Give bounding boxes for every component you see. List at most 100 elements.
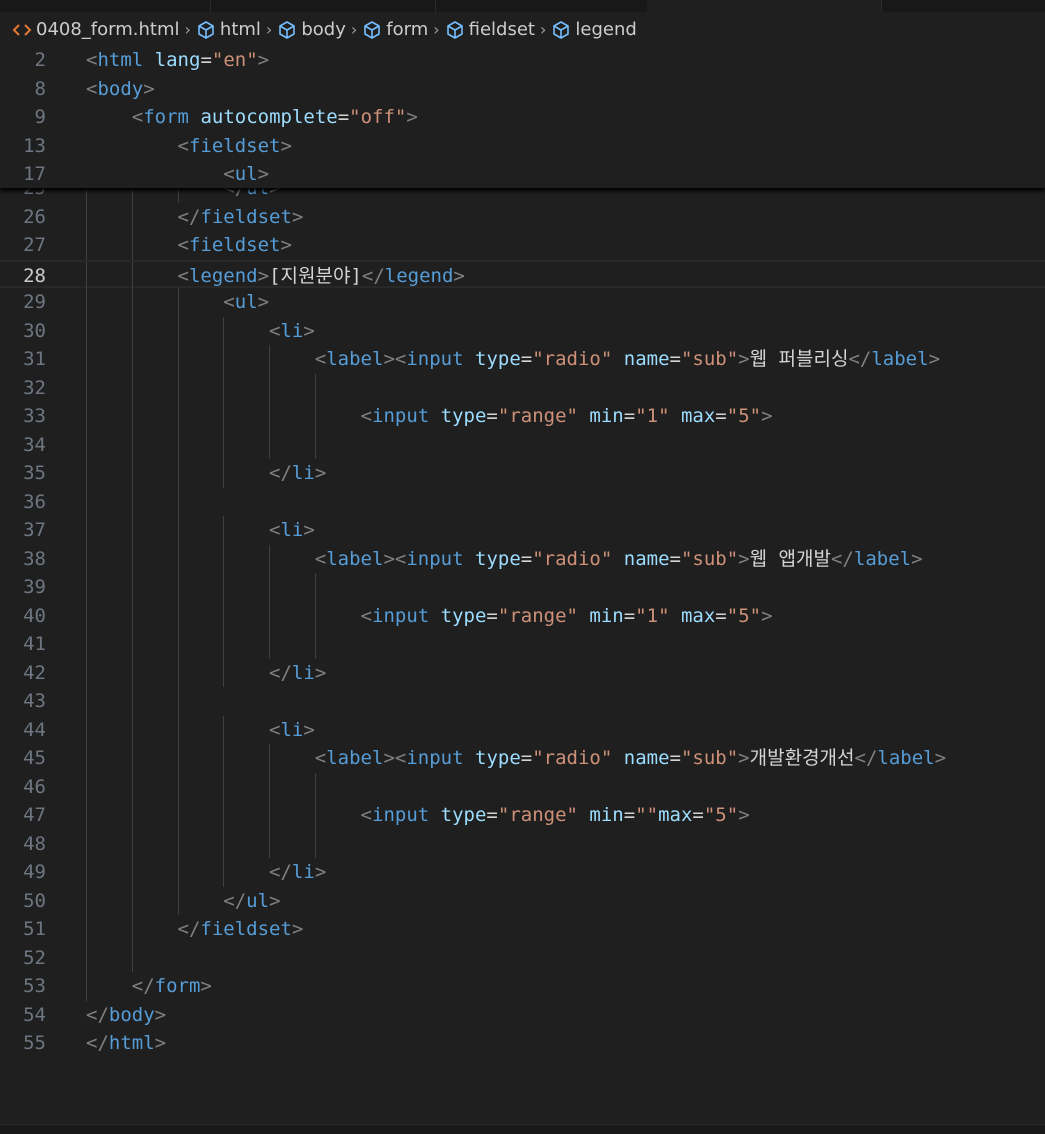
code-text: <label><input type="radio" name="sub">웹 …: [314, 348, 941, 370]
code-line[interactable]: 50 </ul>: [0, 886, 1045, 915]
code-line[interactable]: 31 <label><input type="radio" name="sub"…: [0, 345, 1045, 374]
code-line[interactable]: 26 </fieldset>: [0, 202, 1045, 231]
code-line[interactable]: 36: [0, 487, 1045, 516]
tab-active[interactable]: [647, 0, 882, 12]
html-file-icon: [12, 19, 36, 40]
breadcrumb-label: legend: [575, 18, 637, 40]
code-line[interactable]: 42 </li>: [0, 658, 1045, 687]
element-cube-icon: [277, 19, 301, 40]
code-line[interactable]: 28 <legend>[지원분야]</legend>: [0, 259, 1045, 290]
line-number: 43: [23, 690, 46, 712]
code-line[interactable]: 17 <ul>: [0, 160, 1045, 189]
element-cube-icon: [362, 19, 386, 40]
code-editor[interactable]: 24 </li>25 </ul>26 </fieldset>27 <fields…: [0, 46, 1045, 1125]
line-number: 42: [23, 661, 46, 684]
code-line[interactable]: 9 <form autocomplete="off">: [0, 103, 1045, 132]
breadcrumb-item[interactable]: body: [277, 19, 346, 40]
line-number: 48: [23, 832, 46, 855]
line-number: 29: [23, 291, 46, 313]
tab[interactable]: [435, 0, 648, 12]
code-line[interactable]: 8 <body>: [0, 75, 1045, 104]
line-number: 40: [23, 604, 46, 627]
code-text: <li>: [269, 718, 315, 741]
breadcrumb-item[interactable]: fieldset: [445, 19, 535, 40]
code-text: </fieldset>: [177, 918, 304, 940]
code-line[interactable]: 34: [0, 430, 1045, 459]
chevron-right-icon: ›: [433, 19, 440, 39]
line-number: 36: [23, 490, 46, 513]
code-line[interactable]: 53 </form>: [0, 972, 1045, 1001]
code-line[interactable]: 2 <html lang="en">: [0, 46, 1045, 75]
code-text: </body>: [86, 1003, 167, 1026]
code-line[interactable]: 44 <li>: [0, 715, 1045, 744]
element-cube-icon: [445, 19, 469, 40]
code-text: <li>: [269, 519, 315, 541]
code-text: <input type="range" min=""max="5">: [360, 804, 750, 826]
code-text: <label><input type="radio" name="sub">개발…: [314, 747, 947, 769]
breadcrumb-item[interactable]: 0408_form.html: [12, 19, 180, 40]
code-line[interactable]: 45 <label><input type="radio" name="sub"…: [0, 744, 1045, 773]
code-line[interactable]: 47 <input type="range" min=""max="5">: [0, 801, 1045, 830]
code-text: <li>: [269, 319, 315, 342]
code-text: </li>: [269, 661, 327, 684]
chevron-right-icon: ›: [350, 19, 358, 39]
breadcrumb-label: html: [219, 18, 261, 40]
line-number: 32: [23, 376, 46, 399]
line-number: 51: [23, 918, 46, 940]
code-text: <legend>[지원분야]</legend>: [177, 264, 465, 287]
code-line[interactable]: 51 </fieldset>: [0, 915, 1045, 944]
code-line[interactable]: 49 </li>: [0, 858, 1045, 887]
line-number: 31: [23, 348, 46, 370]
line-number: 45: [23, 747, 46, 769]
code-line[interactable]: 38 <label><input type="radio" name="sub"…: [0, 544, 1045, 573]
code-text: <body>: [86, 77, 155, 100]
line-number: 28: [23, 264, 46, 287]
code-line[interactable]: 32: [0, 373, 1045, 402]
code-line[interactable]: 48: [0, 829, 1045, 859]
code-line[interactable]: 46: [0, 772, 1045, 802]
code-line[interactable]: 29 <ul>: [0, 288, 1045, 317]
line-number: 52: [23, 946, 46, 969]
code-line[interactable]: 39: [0, 573, 1045, 602]
code-line[interactable]: 30 <li>: [0, 316, 1045, 345]
code-line[interactable]: 43: [0, 687, 1045, 716]
code-line[interactable]: 35 </li>: [0, 459, 1045, 488]
code-text: <html lang="en">: [86, 49, 270, 71]
line-number: 37: [23, 519, 46, 541]
line-number: 9: [34, 106, 46, 128]
code-line[interactable]: 33 <input type="range" min="1" max="5">: [0, 402, 1045, 431]
breadcrumb-item[interactable]: html: [196, 19, 261, 40]
code-line[interactable]: 55 </html>: [0, 1029, 1045, 1058]
tab[interactable]: [0, 0, 211, 12]
line-number: 46: [23, 775, 46, 798]
chevron-right-icon: ›: [540, 19, 547, 39]
code-line[interactable]: 52: [0, 943, 1045, 972]
code-text: <input type="range" min="1" max="5">: [360, 405, 773, 427]
tab[interactable]: [210, 0, 436, 12]
chevron-right-icon: ›: [184, 19, 191, 39]
code-line[interactable]: 27 <fieldset>: [0, 231, 1045, 260]
line-number: 54: [23, 1003, 46, 1026]
breadcrumb-item[interactable]: form: [362, 19, 428, 40]
element-cube-icon: [196, 19, 220, 40]
line-number: 41: [23, 633, 46, 655]
line-number: 30: [23, 319, 46, 342]
breadcrumb-label: form: [386, 18, 429, 40]
line-number: 50: [23, 889, 46, 912]
code-text: </fieldset>: [177, 205, 304, 228]
code-line[interactable]: 41: [0, 630, 1045, 659]
code-text: <form autocomplete="off">: [131, 106, 418, 128]
code-line[interactable]: 13 <fieldset>: [0, 132, 1045, 161]
code-line[interactable]: 40 <input type="range" min="1" max="5">: [0, 601, 1045, 630]
line-number: 27: [23, 234, 46, 256]
code-line[interactable]: 54 </body>: [0, 1001, 1045, 1030]
sticky-scroll-header[interactable]: 2 <html lang="en"> 8 <body> 9 <form autocomp…: [0, 46, 1045, 188]
breadcrumb-item[interactable]: legend: [551, 18, 637, 40]
code-line[interactable]: 37 <li>: [0, 516, 1045, 545]
chevron-right-icon: ›: [265, 19, 273, 39]
line-number: 47: [23, 804, 46, 826]
